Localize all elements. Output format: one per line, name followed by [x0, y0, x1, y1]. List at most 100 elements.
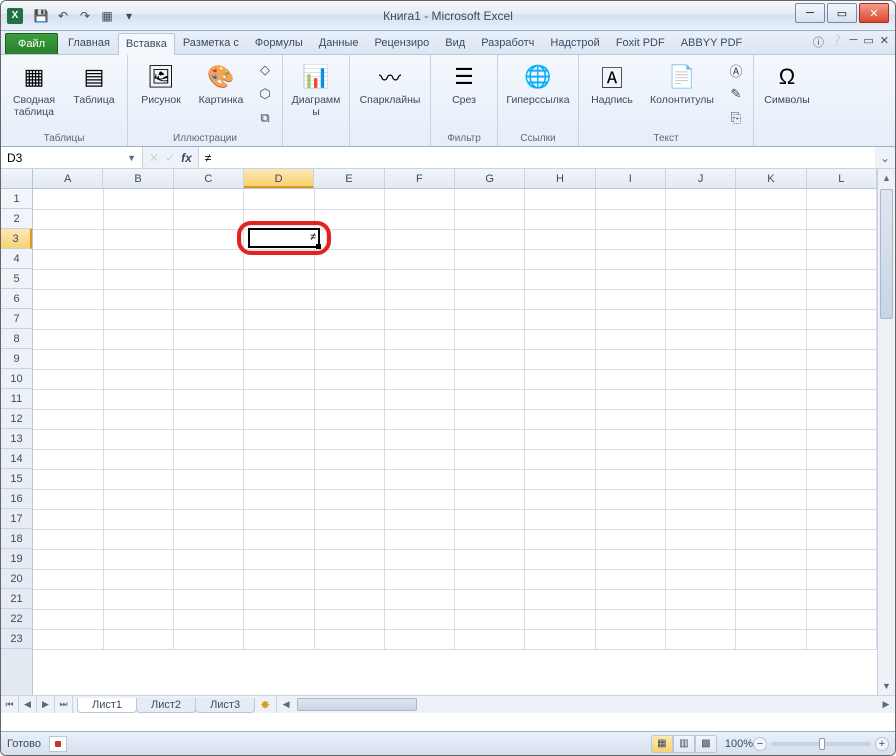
cell-F13[interactable]	[384, 429, 454, 449]
row-header-3[interactable]: 3	[1, 229, 32, 249]
cell-I5[interactable]	[595, 269, 665, 289]
cell-K13[interactable]	[736, 429, 806, 449]
formula-bar-expand-icon[interactable]: ⌄	[875, 147, 895, 168]
cell-E1[interactable]	[314, 189, 384, 209]
cell-C18[interactable]	[174, 529, 244, 549]
scroll-left-icon[interactable]: ◀	[277, 696, 295, 713]
cell-C16[interactable]	[174, 489, 244, 509]
cell-J9[interactable]	[666, 349, 736, 369]
tab-insert[interactable]: Вставка	[118, 33, 175, 55]
cell-L2[interactable]	[806, 209, 876, 229]
cell-L1[interactable]	[806, 189, 876, 209]
cell-C6[interactable]	[174, 289, 244, 309]
cell-D7[interactable]	[244, 309, 314, 329]
cell-H5[interactable]	[525, 269, 595, 289]
cell-G7[interactable]	[455, 309, 525, 329]
ribbon-minimize-icon[interactable]: ⓘ	[813, 34, 824, 50]
cell-L6[interactable]	[806, 289, 876, 309]
cell-F21[interactable]	[384, 589, 454, 609]
row-header-13[interactable]: 13	[1, 429, 32, 449]
cell-I9[interactable]	[595, 349, 665, 369]
cell-G6[interactable]	[455, 289, 525, 309]
row-header-15[interactable]: 15	[1, 469, 32, 489]
cell-J11[interactable]	[666, 389, 736, 409]
worksheet-grid[interactable]: ABCDEFGHIJKL 123456789101112131415161718…	[1, 169, 895, 713]
cell-D1[interactable]	[244, 189, 314, 209]
cell-I2[interactable]	[595, 209, 665, 229]
cell-G19[interactable]	[455, 549, 525, 569]
cell-C23[interactable]	[174, 629, 244, 649]
cell-C14[interactable]	[174, 449, 244, 469]
cell-C22[interactable]	[174, 609, 244, 629]
vertical-scrollbar[interactable]: ▲ ▼	[877, 169, 895, 695]
cell-K11[interactable]	[736, 389, 806, 409]
pivot-table-button[interactable]: ▦ Сводная таблица	[5, 57, 63, 122]
object-icon[interactable]: ⎘	[725, 107, 747, 129]
cell-G1[interactable]	[455, 189, 525, 209]
row-header-5[interactable]: 5	[1, 269, 32, 289]
cell-C10[interactable]	[174, 369, 244, 389]
cell-F7[interactable]	[384, 309, 454, 329]
row-header-17[interactable]: 17	[1, 509, 32, 529]
cell-L8[interactable]	[806, 329, 876, 349]
cell-J16[interactable]	[666, 489, 736, 509]
cell-F3[interactable]	[384, 229, 454, 249]
cell-A1[interactable]	[33, 189, 103, 209]
hscroll-thumb[interactable]	[297, 698, 417, 711]
symbols-button[interactable]: Ω Символы	[758, 57, 816, 111]
smartart-icon[interactable]: ⬡	[254, 83, 276, 105]
cell-H10[interactable]	[525, 369, 595, 389]
cell-H23[interactable]	[525, 629, 595, 649]
cell-G16[interactable]	[455, 489, 525, 509]
cell-G5[interactable]	[455, 269, 525, 289]
cell-D2[interactable]	[244, 209, 314, 229]
cell-F2[interactable]	[384, 209, 454, 229]
cell-K18[interactable]	[736, 529, 806, 549]
cell-B3[interactable]	[103, 229, 173, 249]
cell-H17[interactable]	[525, 509, 595, 529]
cell-J19[interactable]	[666, 549, 736, 569]
cell-L3[interactable]	[806, 229, 876, 249]
zoom-out-icon[interactable]: −	[753, 737, 767, 751]
cell-K3[interactable]	[736, 229, 806, 249]
cell-G21[interactable]	[455, 589, 525, 609]
cell-C3[interactable]	[174, 229, 244, 249]
cell-A3[interactable]	[33, 229, 103, 249]
cell-A13[interactable]	[33, 429, 103, 449]
cancel-formula-icon[interactable]: ✕	[149, 151, 159, 165]
row-header-6[interactable]: 6	[1, 289, 32, 309]
minimize-button[interactable]: ─	[795, 3, 825, 23]
cell-H20[interactable]	[525, 569, 595, 589]
cell-B13[interactable]	[103, 429, 173, 449]
cell-A21[interactable]	[33, 589, 103, 609]
cell-D21[interactable]	[244, 589, 314, 609]
cell-H12[interactable]	[525, 409, 595, 429]
cell-K12[interactable]	[736, 409, 806, 429]
cell-B8[interactable]	[103, 329, 173, 349]
cell-L17[interactable]	[806, 509, 876, 529]
cell-D9[interactable]	[244, 349, 314, 369]
cell-A5[interactable]	[33, 269, 103, 289]
cell-L16[interactable]	[806, 489, 876, 509]
cell-C13[interactable]	[174, 429, 244, 449]
cell-L14[interactable]	[806, 449, 876, 469]
cell-E2[interactable]	[314, 209, 384, 229]
cell-G22[interactable]	[455, 609, 525, 629]
cell-J7[interactable]	[666, 309, 736, 329]
cell-G18[interactable]	[455, 529, 525, 549]
cell-F15[interactable]	[384, 469, 454, 489]
cell-J12[interactable]	[666, 409, 736, 429]
cell-B2[interactable]	[103, 209, 173, 229]
screenshot-icon[interactable]: ⧉	[254, 107, 276, 129]
cell-E21[interactable]	[314, 589, 384, 609]
cell-F23[interactable]	[384, 629, 454, 649]
cell-D16[interactable]	[244, 489, 314, 509]
cell-I7[interactable]	[595, 309, 665, 329]
cell-J8[interactable]	[666, 329, 736, 349]
tab-pagelayout[interactable]: Разметка с	[175, 32, 247, 54]
cell-D3[interactable]	[244, 229, 314, 249]
zoom-level[interactable]: 100%	[725, 738, 753, 750]
headerfooter-button[interactable]: 📄 Колонтитулы	[643, 57, 721, 111]
cell-J21[interactable]	[666, 589, 736, 609]
cell-B10[interactable]	[103, 369, 173, 389]
